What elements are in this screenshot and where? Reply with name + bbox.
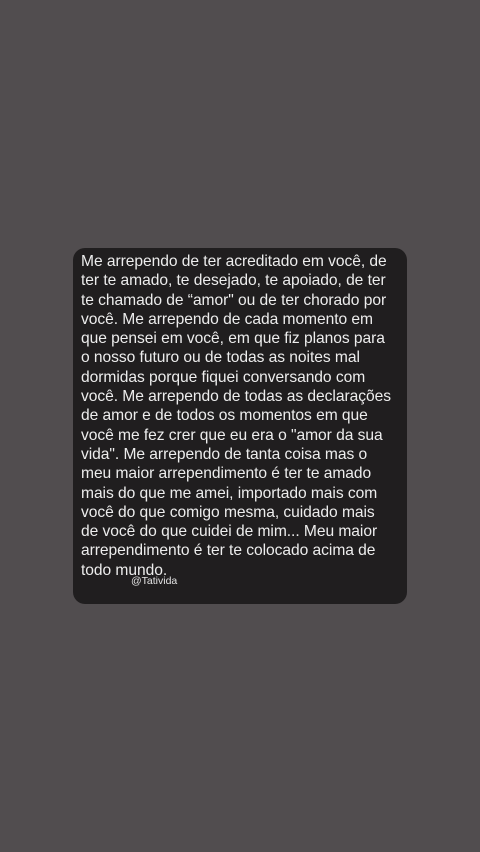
quote-line: de amor e de todos os momentos em que — [81, 407, 368, 425]
quote-line: ter te amado, te desejado, te apoiado, d… — [81, 272, 386, 290]
quote-line: que pensei em você, em que fiz planos pa… — [81, 330, 385, 348]
quote-line: mais do que me amei, importado mais com — [81, 484, 378, 502]
quote-line: você. Me arrependo de todas as declaraçõ… — [81, 388, 391, 406]
quote-line: vida". Me arrependo de tanta coisa mas o — [81, 445, 368, 463]
quote-line: o nosso futuro ou de todas as noites mal — [81, 349, 360, 367]
quote-line: Me arrependo de ter acreditado em você, … — [81, 253, 387, 270]
quote-line: te chamado de “amor" ou de ter chorado p… — [81, 291, 387, 309]
quote-line: meu maior arrependimento é ter te amado — [81, 465, 372, 483]
quote-line: você. Me arrependo de cada momento em — [81, 310, 373, 328]
quote-line: todo mundo. — [81, 561, 168, 579]
quote-line: você me fez crer que eu era o "amor da s… — [81, 426, 383, 444]
quote-text: Me arrependo de ter acreditado em você, … — [81, 252, 399, 580]
quote-line: arrependimento é ter te colocado acima d… — [81, 542, 376, 560]
story-text-card: Me arrependo de ter acreditado em você, … — [73, 248, 407, 604]
quote-line: dormidas porque fiquei conversando com — [81, 368, 366, 386]
quote-line: de você do que cuidei de mim... Meu maio… — [81, 523, 378, 541]
quote-line: você do que comigo mesma, cuidado mais — [81, 503, 375, 521]
author-mention[interactable]: @Tatividа — [131, 575, 177, 587]
